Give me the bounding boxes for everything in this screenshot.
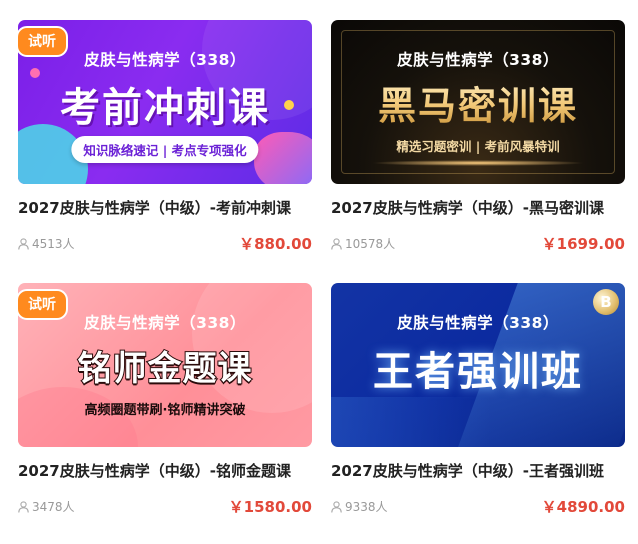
enrolled-count-text: 4513人 xyxy=(32,237,75,251)
course-title[interactable]: 2027皮肤与性病学（中级）-黑马密训课 xyxy=(331,197,623,218)
enrolled-count: 3478人 xyxy=(18,498,75,515)
cover-decoration xyxy=(371,160,585,166)
enrolled-count-text: 9338人 xyxy=(345,500,388,514)
course-price: ￥4890.00 xyxy=(541,498,625,516)
cover-tagline: 精选习题密训 | 考前风暴特训 xyxy=(396,139,560,154)
course-card[interactable]: 皮肤与性病学（338） 黑马密训课 精选习题密训 | 考前风暴特训 2027皮肤… xyxy=(331,20,625,270)
user-icon xyxy=(331,500,342,513)
cover-headline: 考前冲刺课 xyxy=(60,85,270,131)
course-meta: 10578人 ￥1699.00 xyxy=(331,233,625,253)
course-card[interactable]: 皮肤与性病学（338） 考前冲刺课 知识脉络速记 | 考点专项强化 试听 202… xyxy=(16,20,312,270)
course-price: ￥880.00 xyxy=(239,235,312,253)
enrolled-count: 4513人 xyxy=(18,235,75,252)
course-card[interactable]: 皮肤与性病学（338） 铭师金题课 高频圈题带刷·铭师精讲突破 试听 2027皮… xyxy=(16,283,312,533)
enrolled-count: 9338人 xyxy=(331,498,388,515)
course-meta: 9338人 ￥4890.00 xyxy=(331,496,625,516)
user-icon xyxy=(18,500,29,513)
course-meta: 4513人 ￥880.00 xyxy=(18,233,312,253)
enrolled-count-text: 10578人 xyxy=(345,237,396,251)
course-title[interactable]: 2027皮肤与性病学（中级）-考前冲刺课 xyxy=(18,197,310,218)
cover-decoration xyxy=(254,132,312,184)
user-icon xyxy=(331,237,342,250)
cover-subject: 皮肤与性病学（338） xyxy=(397,314,559,332)
cover-headline: 铭师金题课 xyxy=(77,348,253,390)
course-cover-image[interactable]: B 皮肤与性病学（338） 王者强训班 xyxy=(331,283,625,447)
cover-decoration xyxy=(331,397,491,447)
course-meta: 3478人 ￥1580.00 xyxy=(18,496,312,516)
course-price: ￥1580.00 xyxy=(228,498,312,516)
user-icon xyxy=(18,237,29,250)
course-title[interactable]: 2027皮肤与性病学（中级）-铭师金题课 xyxy=(18,460,310,481)
cover-headline: 黑马密训课 xyxy=(331,75,625,130)
cover-tagline: 高频圈题带刷·铭师精讲突破 xyxy=(84,403,246,418)
cover-subject: 皮肤与性病学（338） xyxy=(397,51,559,69)
enrolled-count: 10578人 xyxy=(331,235,395,252)
cover-tagline: 知识脉络速记 | 考点专项强化 xyxy=(71,136,259,163)
course-cover-image[interactable]: 皮肤与性病学（338） 黑马密训课 精选习题密训 | 考前风暴特训 xyxy=(331,20,625,184)
trial-badge: 试听 xyxy=(16,289,68,320)
cover-headline: 王者强训班 xyxy=(373,349,583,395)
trial-badge: 试听 xyxy=(16,26,68,57)
course-title[interactable]: 2027皮肤与性病学（中级）-王者强训班 xyxy=(331,460,623,481)
enrolled-count-text: 3478人 xyxy=(32,500,75,514)
course-card[interactable]: B 皮肤与性病学（338） 王者强训班 2027皮肤与性病学（中级）-王者强训班… xyxy=(331,283,625,533)
course-price: ￥1699.00 xyxy=(541,235,625,253)
